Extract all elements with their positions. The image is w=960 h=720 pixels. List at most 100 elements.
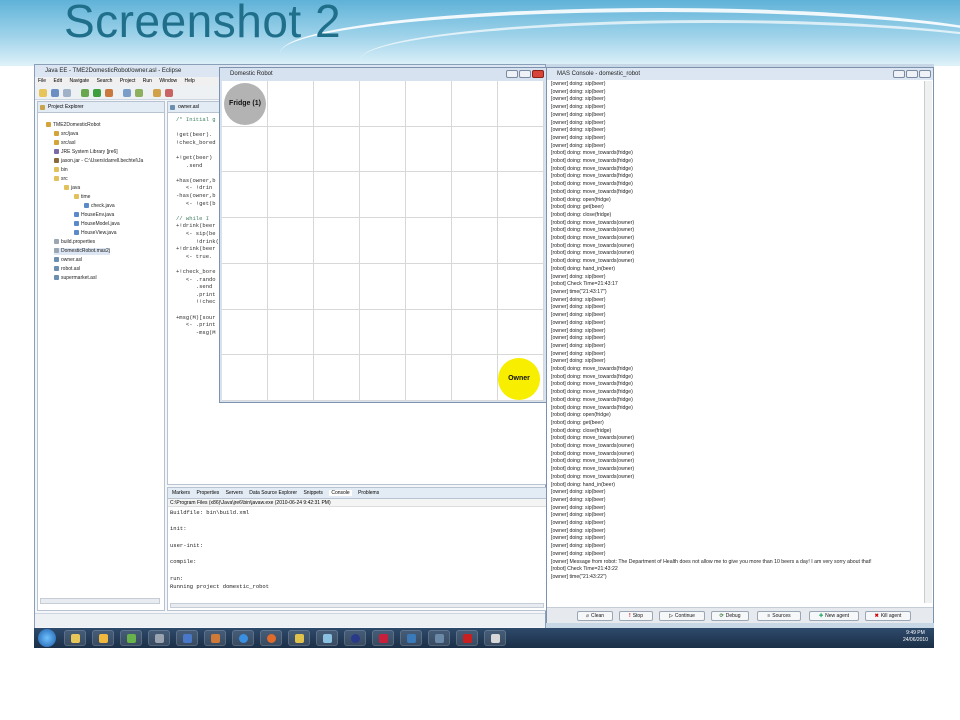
print-icon[interactable]: [63, 89, 71, 97]
horizontal-scrollbar[interactable]: [40, 598, 160, 604]
tree-label: jason.jar - C:\Users\darrell.bechtel\Ja: [61, 158, 144, 164]
taskbar-app[interactable]: [344, 630, 366, 646]
log-line: [owner] doing: sip(beer): [551, 512, 606, 519]
log-line: [robot] doing: move_towards(fridge): [551, 188, 633, 195]
tree-item[interactable]: supermarket.asl: [54, 275, 97, 282]
tray-clock[interactable]: 9:49 PM 24/06/2010: [903, 630, 928, 644]
grid-cell: [452, 218, 498, 264]
stop-button[interactable]: ! Stop: [619, 611, 653, 621]
new-icon[interactable]: [39, 89, 47, 97]
kill-agent-button[interactable]: ✖ Kill agent: [865, 611, 911, 621]
horizontal-scrollbar[interactable]: [170, 603, 544, 608]
tree-item[interactable]: time: [74, 194, 90, 201]
app-icon: [127, 634, 136, 643]
debug-button[interactable]: ⟳ Debug: [711, 611, 749, 621]
taskbar-app[interactable]: [428, 630, 450, 646]
menu-file[interactable]: File: [38, 78, 46, 84]
tree-label: src/java: [61, 131, 79, 137]
menu-edit[interactable]: Edit: [53, 78, 62, 84]
log-line: [robot] doing: move_towards(fridge): [551, 181, 633, 188]
menu-search[interactable]: Search: [97, 78, 113, 84]
clean-button[interactable]: ⌀ Clean: [577, 611, 613, 621]
tree-item[interactable]: owner.asl: [54, 257, 82, 264]
tree-item[interactable]: robot.asl: [54, 266, 80, 273]
tree-item[interactable]: src/asl: [54, 140, 75, 147]
tree-item[interactable]: HouseView.java: [74, 230, 117, 237]
mas-button-bar: ⌀ Clean ! Stop ▷ Continue ⟳ Debug ≡ Sources ✚…: [547, 607, 933, 623]
maximize-icon[interactable]: [906, 70, 918, 78]
new-server-icon[interactable]: [123, 89, 131, 97]
taskbar-app[interactable]: [288, 630, 310, 646]
log-line: [robot] doing: move_towards(fridge): [551, 389, 633, 396]
tab-properties[interactable]: Properties: [196, 490, 219, 496]
vertical-scrollbar[interactable]: [924, 81, 932, 603]
taskbar-app[interactable]: [400, 630, 422, 646]
open-folder-icon[interactable]: [153, 89, 161, 97]
new-agent-button[interactable]: ✚ New agent: [809, 611, 859, 621]
grid-cell: [360, 309, 406, 356]
clean-icon: ⌀: [585, 613, 589, 619]
app-icon: [211, 634, 220, 643]
log-line: [owner] doing: sip(beer): [551, 543, 606, 550]
taskbar-app[interactable]: [64, 630, 86, 646]
external-tools-icon[interactable]: [105, 89, 113, 97]
taskbar-app[interactable]: [372, 630, 394, 646]
tab-markers[interactable]: Markers: [172, 490, 190, 496]
taskbar-app[interactable]: [484, 630, 506, 646]
tree-item[interactable]: bin: [54, 167, 68, 174]
menu-navigate[interactable]: Navigate: [69, 78, 89, 84]
taskbar-app[interactable]: [316, 630, 338, 646]
minimize-icon[interactable]: [893, 70, 905, 78]
taskbar-app[interactable]: [232, 630, 254, 646]
new-class-icon[interactable]: [135, 89, 143, 97]
taskbar-app[interactable]: [120, 630, 142, 646]
kill-icon: ✖: [874, 613, 879, 619]
tree-item[interactable]: JRE System Library [jre6]: [54, 149, 118, 156]
search-tool-icon[interactable]: [165, 89, 173, 97]
jar-icon: [54, 158, 59, 164]
tree-item[interactable]: build.properties: [54, 239, 95, 246]
tab-data-source-explorer[interactable]: Data Source Explorer: [249, 490, 297, 496]
run-icon[interactable]: [93, 89, 101, 97]
tree-item[interactable]: check.java: [84, 203, 115, 210]
sources-button[interactable]: ≡ Sources: [757, 611, 801, 621]
log-line: [robot] doing: move_towards(fridge): [551, 404, 633, 411]
log-line: [robot] doing: get(beer): [551, 204, 604, 211]
menu-run[interactable]: Run: [143, 78, 152, 84]
tree-item[interactable]: java: [64, 185, 80, 192]
folder-icon: [99, 634, 108, 643]
tab-problems[interactable]: Problems: [358, 490, 379, 496]
start-button[interactable]: [38, 629, 56, 647]
tree-item[interactable]: HouseEnv.java: [74, 212, 114, 219]
menu-help[interactable]: Help: [185, 78, 195, 84]
taskbar-app[interactable]: [176, 630, 198, 646]
tab-console[interactable]: Console: [329, 490, 352, 496]
tree-item-project[interactable]: TME2DomesticRobot: [46, 122, 101, 129]
log-line: [owner] Message from robot: The Departme…: [551, 558, 872, 565]
menu-project[interactable]: Project: [120, 78, 136, 84]
close-icon[interactable]: [919, 70, 931, 78]
taskbar-app[interactable]: [260, 630, 282, 646]
maximize-icon[interactable]: [519, 70, 531, 78]
menu-window[interactable]: Window: [159, 78, 177, 84]
taskbar-app[interactable]: [148, 630, 170, 646]
tree-item[interactable]: HouseModel.java: [74, 221, 120, 228]
log-line: [robot] doing: move_towards(owner): [551, 227, 635, 234]
grid-cell: [452, 263, 498, 310]
save-icon[interactable]: [51, 89, 59, 97]
taskbar-app[interactable]: [92, 630, 114, 646]
tree-item[interactable]: src: [54, 176, 68, 183]
tab-project-explorer[interactable]: Project Explorer: [38, 102, 164, 113]
tab-snippets[interactable]: Snippets: [303, 490, 322, 496]
continue-button[interactable]: ▷ Continue: [659, 611, 705, 621]
tab-servers[interactable]: Servers: [226, 490, 243, 496]
debug-icon[interactable]: [81, 89, 89, 97]
tree-item[interactable]: DomesticRobot.mas2j: [54, 248, 110, 255]
close-icon[interactable]: [532, 70, 544, 78]
tree-item[interactable]: jason.jar - C:\Users\darrell.bechtel\Ja: [54, 158, 143, 165]
tree-item[interactable]: src/java: [54, 131, 78, 138]
taskbar-app[interactable]: [204, 630, 226, 646]
app-icon: [379, 634, 388, 643]
minimize-icon[interactable]: [506, 70, 518, 78]
taskbar-app[interactable]: [456, 630, 478, 646]
